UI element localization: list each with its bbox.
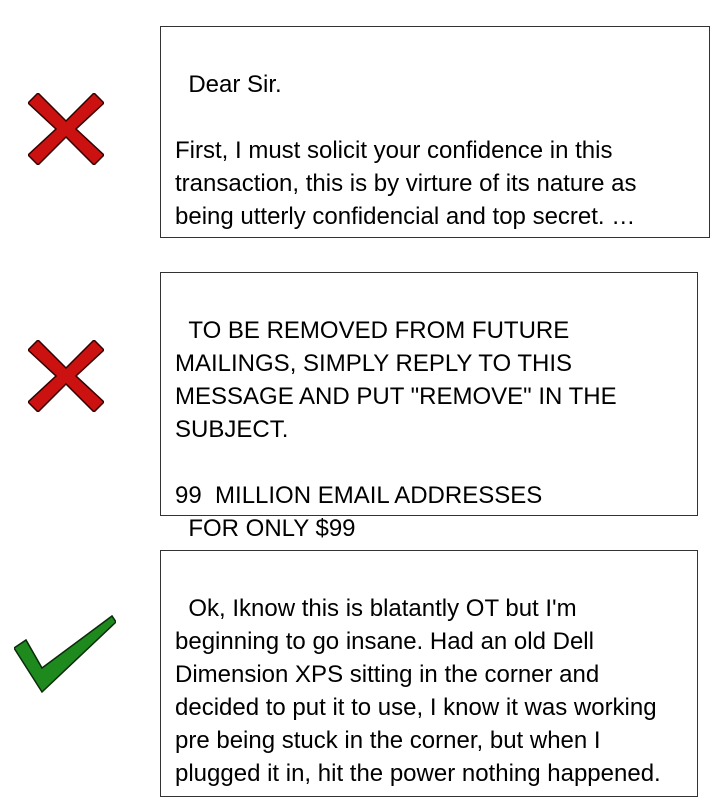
message-box-spam-2: TO BE REMOVED FROM FUTURE MAILINGS, SIMP… xyxy=(160,272,698,542)
x-mark-icon xyxy=(28,340,104,412)
x-mark-icon xyxy=(28,93,104,165)
message-box-spam-1: Dear Sir. First, I must solicit your con… xyxy=(160,26,710,238)
message-text: Dear Sir. First, I must solicit your con… xyxy=(175,71,637,230)
message-text: Ok, Iknow this is blatantly OT but I'm b… xyxy=(175,595,664,787)
check-mark-icon xyxy=(14,614,116,694)
message-box-legit: Ok, Iknow this is blatantly OT but I'm b… xyxy=(160,550,698,797)
message-text: TO BE REMOVED FROM FUTURE MAILINGS, SIMP… xyxy=(175,317,617,542)
